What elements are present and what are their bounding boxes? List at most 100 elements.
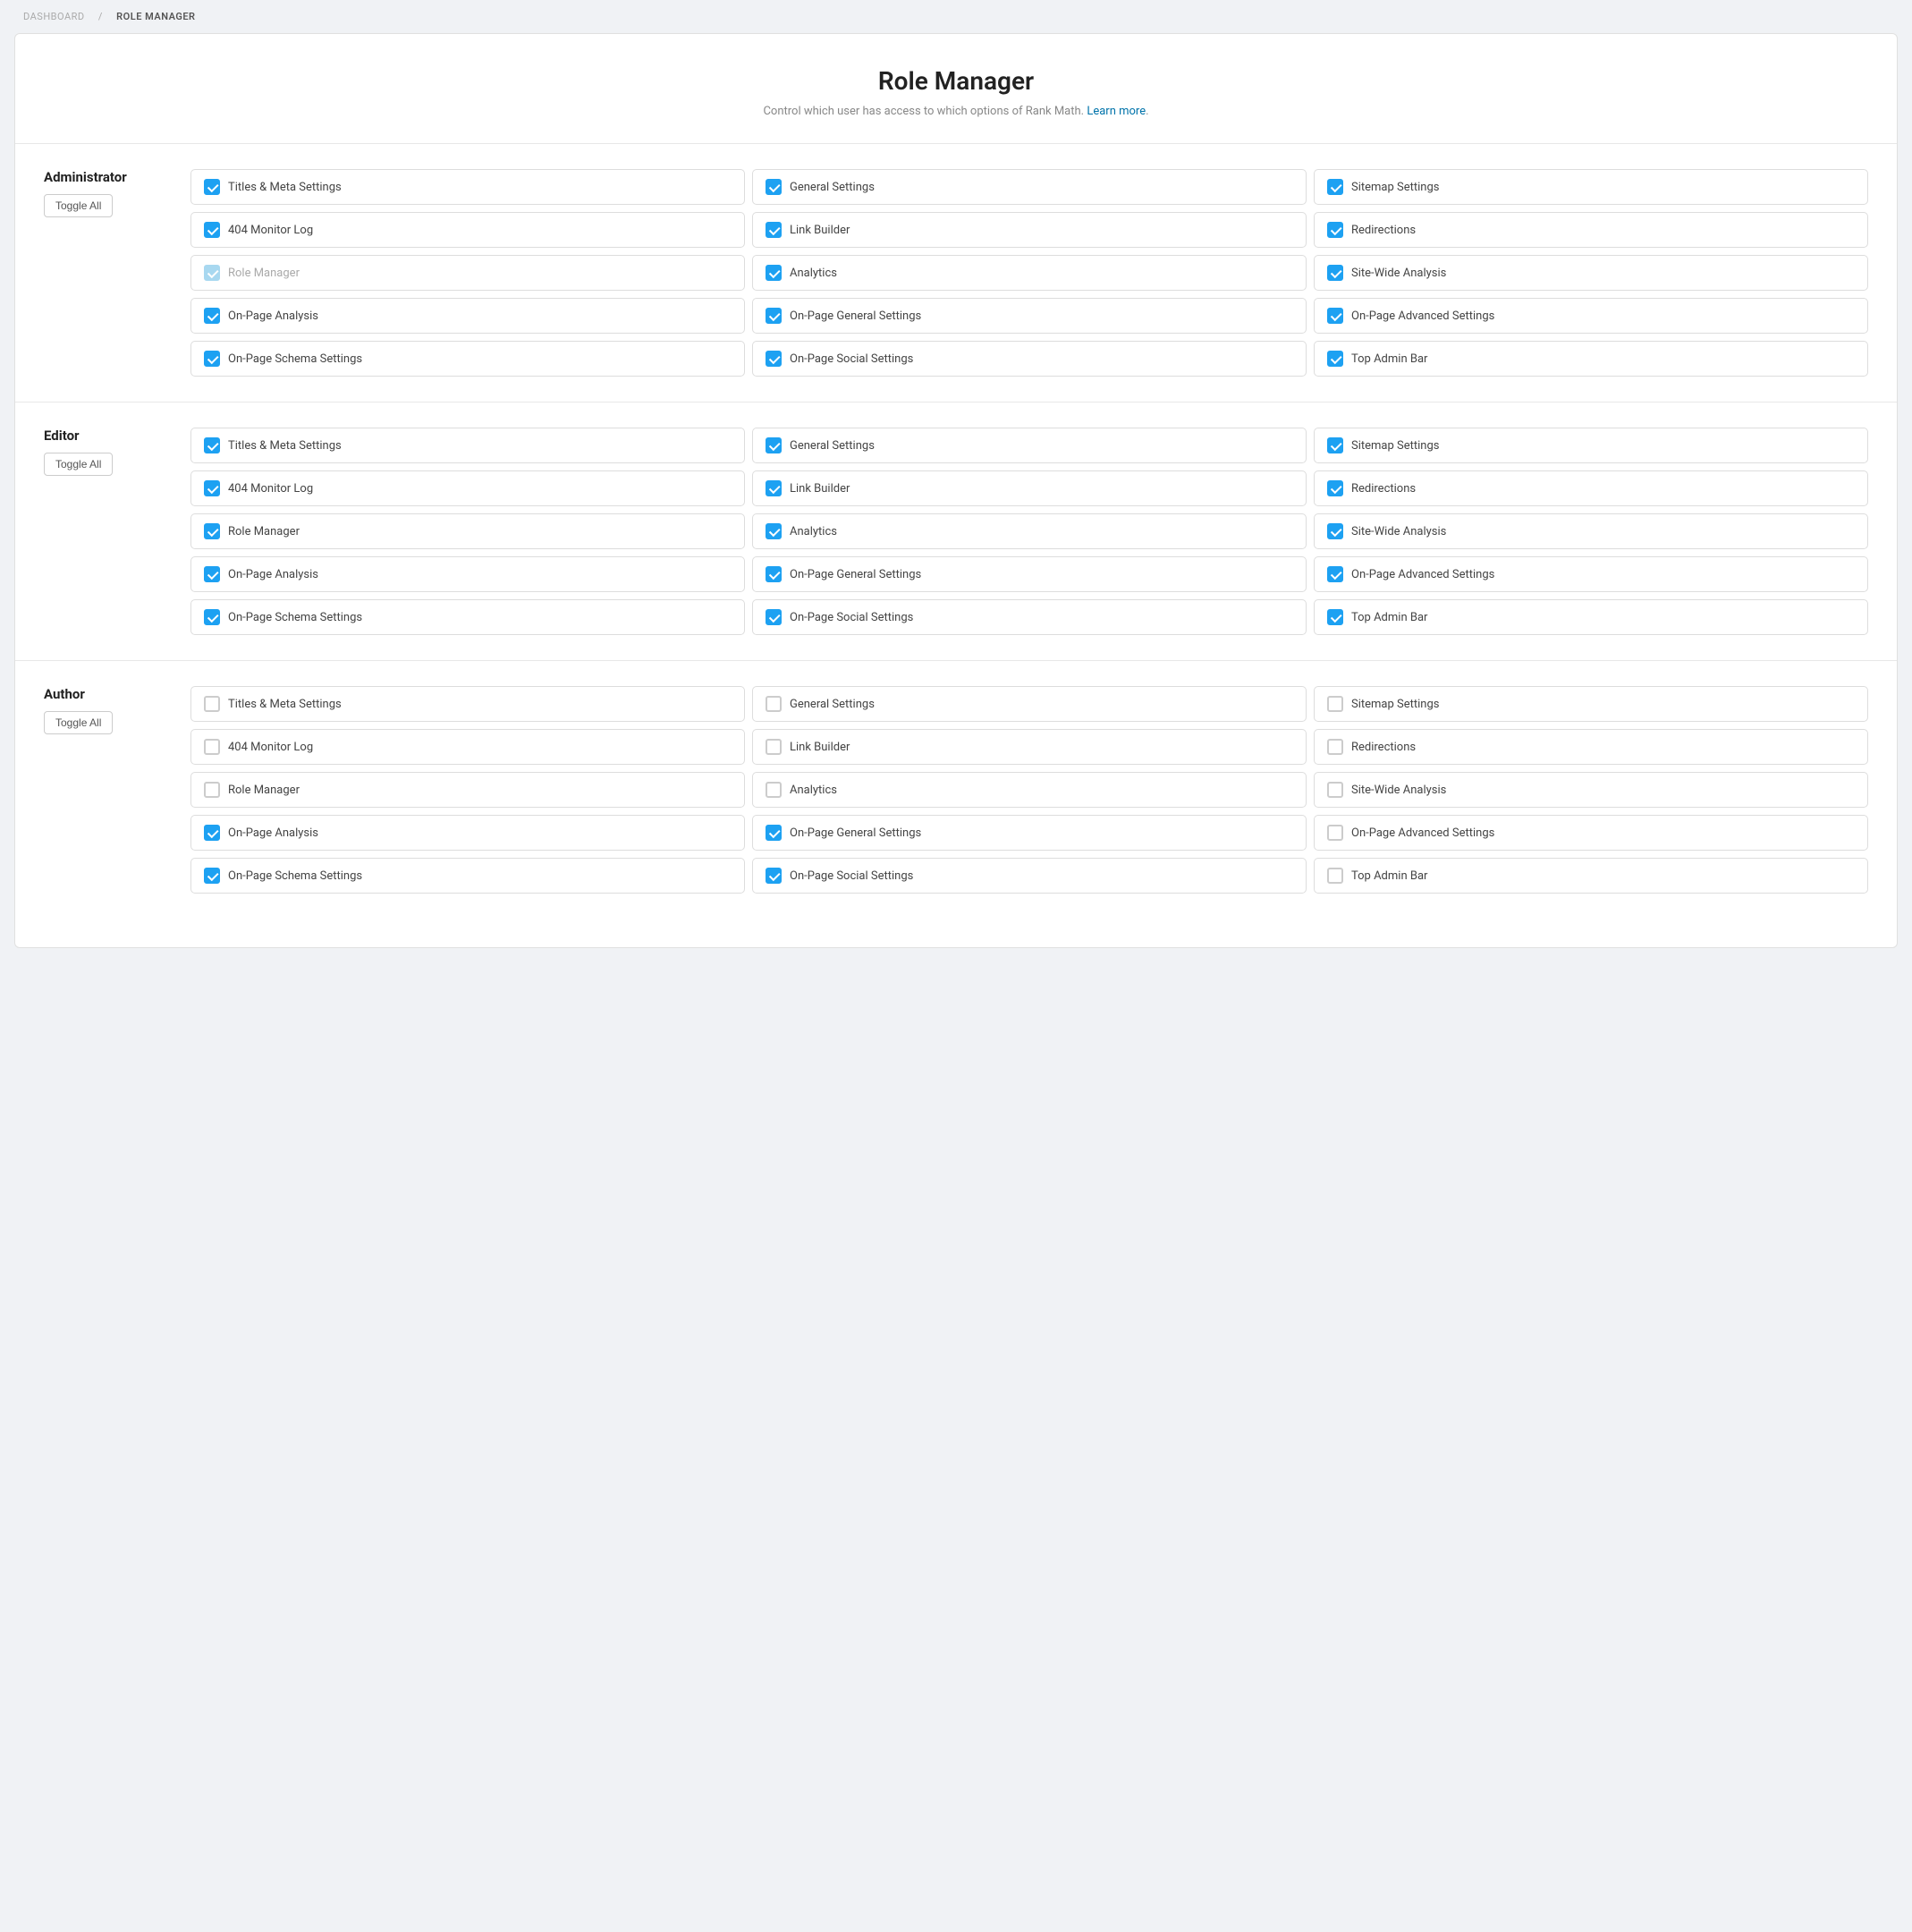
perm-item-administrator-1[interactable]: General Settings: [752, 169, 1307, 205]
perm-item-administrator-5[interactable]: Redirections: [1314, 212, 1868, 248]
checkbox-editor-12[interactable]: [204, 609, 220, 625]
perm-item-administrator-11[interactable]: On-Page Advanced Settings: [1314, 298, 1868, 334]
perm-item-editor-1[interactable]: General Settings: [752, 428, 1307, 463]
perm-item-author-6[interactable]: Role Manager: [190, 772, 745, 808]
perm-item-administrator-9[interactable]: On-Page Analysis: [190, 298, 745, 334]
perm-item-author-0[interactable]: Titles & Meta Settings: [190, 686, 745, 722]
perm-item-editor-14[interactable]: Top Admin Bar: [1314, 599, 1868, 635]
checkbox-editor-6[interactable]: [204, 523, 220, 539]
perm-item-author-14[interactable]: Top Admin Bar: [1314, 858, 1868, 894]
perm-label-administrator-12: On-Page Schema Settings: [228, 352, 362, 366]
perm-item-editor-9[interactable]: On-Page Analysis: [190, 556, 745, 592]
perm-item-editor-3[interactable]: 404 Monitor Log: [190, 470, 745, 506]
checkbox-editor-13[interactable]: [766, 609, 782, 625]
checkbox-editor-10[interactable]: [766, 566, 782, 582]
perm-item-author-12[interactable]: On-Page Schema Settings: [190, 858, 745, 894]
perm-item-editor-8[interactable]: Site-Wide Analysis: [1314, 513, 1868, 549]
perm-item-editor-5[interactable]: Redirections: [1314, 470, 1868, 506]
toggle-all-button-author[interactable]: Toggle All: [44, 711, 113, 734]
perm-item-author-11[interactable]: On-Page Advanced Settings: [1314, 815, 1868, 851]
checkbox-editor-9[interactable]: [204, 566, 220, 582]
perm-label-administrator-3: 404 Monitor Log: [228, 224, 313, 237]
perm-item-editor-0[interactable]: Titles & Meta Settings: [190, 428, 745, 463]
checkbox-author-10[interactable]: [766, 825, 782, 841]
checkbox-author-4[interactable]: [766, 739, 782, 755]
perm-item-editor-11[interactable]: On-Page Advanced Settings: [1314, 556, 1868, 592]
checkbox-author-5[interactable]: [1327, 739, 1343, 755]
checkbox-author-7[interactable]: [766, 782, 782, 798]
checkbox-author-12[interactable]: [204, 868, 220, 884]
checkbox-administrator-3[interactable]: [204, 222, 220, 238]
checkbox-author-9[interactable]: [204, 825, 220, 841]
checkbox-administrator-9[interactable]: [204, 308, 220, 324]
perm-item-editor-10[interactable]: On-Page General Settings: [752, 556, 1307, 592]
checkbox-author-1[interactable]: [766, 696, 782, 712]
checkbox-administrator-14[interactable]: [1327, 351, 1343, 367]
perm-item-administrator-3[interactable]: 404 Monitor Log: [190, 212, 745, 248]
role-section-administrator: Administrator Toggle All Titles & Meta Set…: [15, 144, 1897, 402]
perm-item-author-9[interactable]: On-Page Analysis: [190, 815, 745, 851]
checkbox-editor-14[interactable]: [1327, 609, 1343, 625]
checkbox-editor-4[interactable]: [766, 480, 782, 496]
toggle-all-button-administrator[interactable]: Toggle All: [44, 194, 113, 217]
perm-item-editor-12[interactable]: On-Page Schema Settings: [190, 599, 745, 635]
checkbox-author-0[interactable]: [204, 696, 220, 712]
checkbox-administrator-7[interactable]: [766, 265, 782, 281]
perm-item-administrator-12[interactable]: On-Page Schema Settings: [190, 341, 745, 377]
checkbox-administrator-10[interactable]: [766, 308, 782, 324]
checkbox-editor-11[interactable]: [1327, 566, 1343, 582]
perm-item-administrator-10[interactable]: On-Page General Settings: [752, 298, 1307, 334]
perm-item-author-1[interactable]: General Settings: [752, 686, 1307, 722]
perm-label-administrator-8: Site-Wide Analysis: [1351, 267, 1446, 280]
checkbox-administrator-11[interactable]: [1327, 308, 1343, 324]
checkbox-administrator-8[interactable]: [1327, 265, 1343, 281]
learn-more-link[interactable]: Learn more: [1087, 105, 1146, 118]
perm-item-author-13[interactable]: On-Page Social Settings: [752, 858, 1307, 894]
checkbox-author-14[interactable]: [1327, 868, 1343, 884]
perm-item-editor-6[interactable]: Role Manager: [190, 513, 745, 549]
checkbox-author-2[interactable]: [1327, 696, 1343, 712]
checkbox-editor-1[interactable]: [766, 437, 782, 453]
checkbox-administrator-1[interactable]: [766, 179, 782, 195]
checkbox-administrator-2[interactable]: [1327, 179, 1343, 195]
perm-item-administrator-8[interactable]: Site-Wide Analysis: [1314, 255, 1868, 291]
checkbox-editor-8[interactable]: [1327, 523, 1343, 539]
checkbox-author-6[interactable]: [204, 782, 220, 798]
role-name-administrator: Administrator: [44, 169, 169, 185]
perm-label-author-5: Redirections: [1351, 741, 1416, 754]
checkbox-administrator-4[interactable]: [766, 222, 782, 238]
checkbox-editor-2[interactable]: [1327, 437, 1343, 453]
perm-item-author-10[interactable]: On-Page General Settings: [752, 815, 1307, 851]
perm-item-administrator-14[interactable]: Top Admin Bar: [1314, 341, 1868, 377]
perm-item-author-8[interactable]: Site-Wide Analysis: [1314, 772, 1868, 808]
perm-label-administrator-6: Role Manager: [228, 267, 300, 280]
checkbox-editor-3[interactable]: [204, 480, 220, 496]
checkbox-editor-7[interactable]: [766, 523, 782, 539]
checkbox-author-8[interactable]: [1327, 782, 1343, 798]
checkbox-author-11[interactable]: [1327, 825, 1343, 841]
toggle-all-button-editor[interactable]: Toggle All: [44, 453, 113, 476]
perm-item-administrator-4[interactable]: Link Builder: [752, 212, 1307, 248]
perm-item-administrator-2[interactable]: Sitemap Settings: [1314, 169, 1868, 205]
checkbox-administrator-13[interactable]: [766, 351, 782, 367]
checkbox-administrator-0[interactable]: [204, 179, 220, 195]
checkbox-administrator-12[interactable]: [204, 351, 220, 367]
perm-item-author-7[interactable]: Analytics: [752, 772, 1307, 808]
perm-item-administrator-13[interactable]: On-Page Social Settings: [752, 341, 1307, 377]
checkbox-author-13[interactable]: [766, 868, 782, 884]
checkbox-author-3[interactable]: [204, 739, 220, 755]
perm-item-administrator-0[interactable]: Titles & Meta Settings: [190, 169, 745, 205]
perm-item-editor-4[interactable]: Link Builder: [752, 470, 1307, 506]
perm-item-author-3[interactable]: 404 Monitor Log: [190, 729, 745, 765]
checkbox-administrator-5[interactable]: [1327, 222, 1343, 238]
perm-item-author-2[interactable]: Sitemap Settings: [1314, 686, 1868, 722]
checkbox-editor-0[interactable]: [204, 437, 220, 453]
breadcrumb-dashboard[interactable]: DASHBOARD: [23, 11, 85, 22]
checkbox-editor-5[interactable]: [1327, 480, 1343, 496]
perm-item-editor-2[interactable]: Sitemap Settings: [1314, 428, 1868, 463]
perm-item-author-4[interactable]: Link Builder: [752, 729, 1307, 765]
perm-item-author-5[interactable]: Redirections: [1314, 729, 1868, 765]
perm-item-editor-7[interactable]: Analytics: [752, 513, 1307, 549]
perm-item-administrator-7[interactable]: Analytics: [752, 255, 1307, 291]
perm-item-editor-13[interactable]: On-Page Social Settings: [752, 599, 1307, 635]
